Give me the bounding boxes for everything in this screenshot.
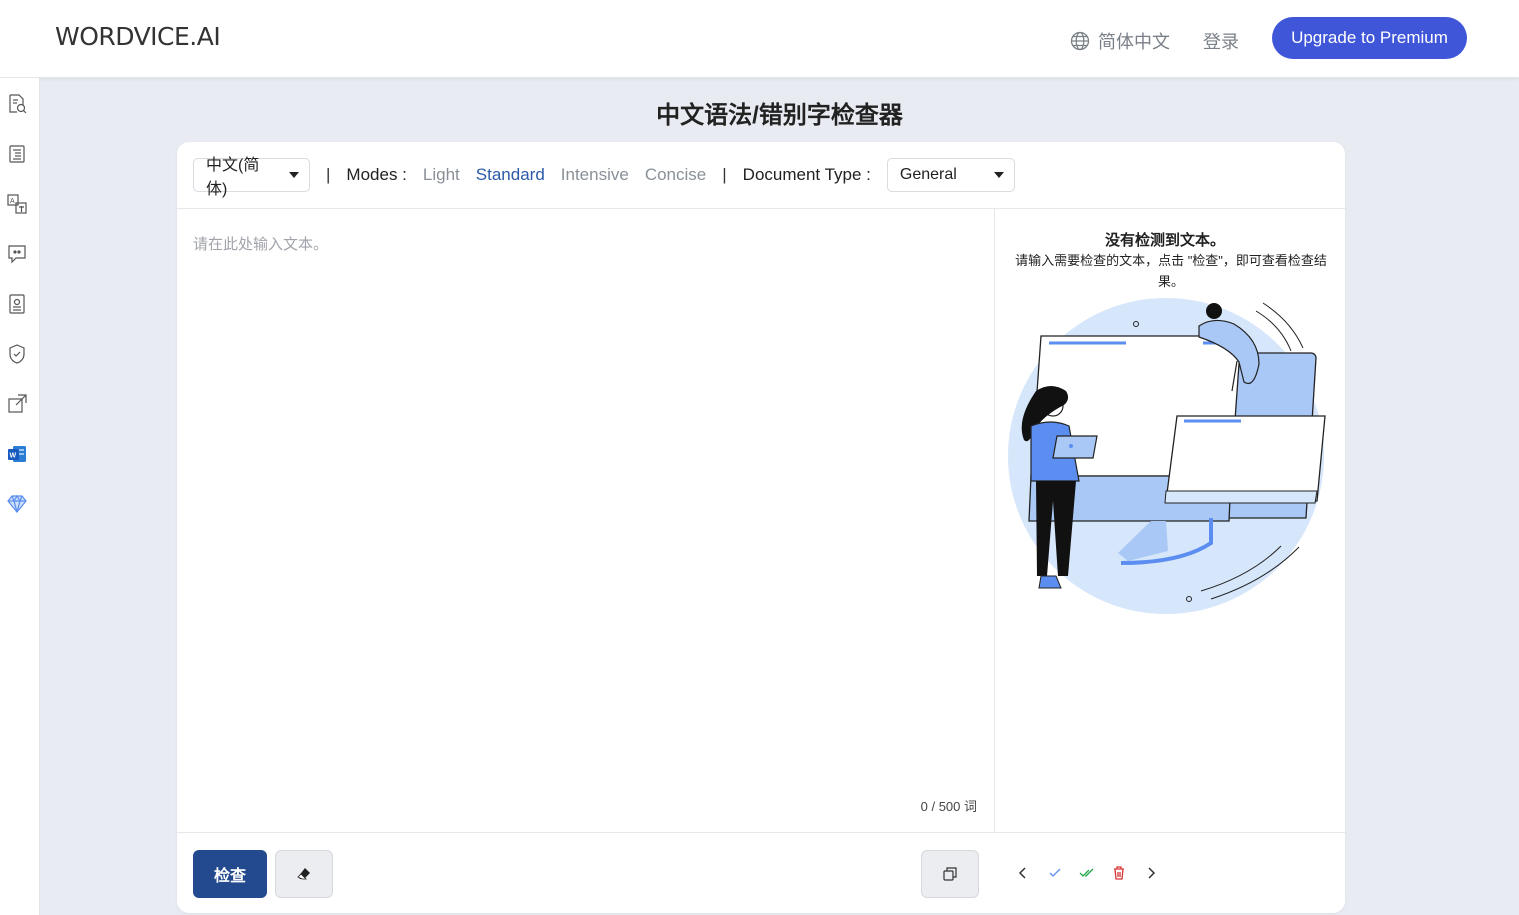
login-link[interactable]: 登录 bbox=[1203, 28, 1239, 54]
page-title: 中文语法/错别字检查器 bbox=[656, 102, 903, 129]
document-list-icon[interactable] bbox=[6, 143, 28, 165]
id-card-icon[interactable] bbox=[6, 293, 28, 315]
top-bar: WORDVICE.AI 简体中文 登录 Upgrade to Premium bbox=[0, 0, 1519, 78]
document-type-select[interactable]: General bbox=[886, 158, 1015, 192]
sidebar: A W bbox=[0, 78, 40, 915]
eraser-icon bbox=[297, 868, 310, 880]
external-link-icon[interactable] bbox=[6, 393, 28, 415]
text-editor[interactable]: 请在此处输入文本。 0 / 500 词 bbox=[177, 209, 995, 832]
language-label: 简体中文 bbox=[1098, 32, 1170, 52]
accept-check-icon[interactable] bbox=[1046, 864, 1064, 882]
diamond-icon[interactable] bbox=[6, 493, 28, 515]
mode-standard[interactable]: Standard bbox=[476, 165, 545, 185]
search-document-icon[interactable] bbox=[6, 93, 28, 115]
trash-icon[interactable] bbox=[1110, 864, 1128, 882]
result-title: 没有检测到文本。 bbox=[1104, 232, 1225, 249]
modes-label: Modes : bbox=[346, 165, 407, 184]
language-selector[interactable]: 简体中文 bbox=[1070, 28, 1170, 54]
separator: | bbox=[326, 165, 331, 184]
editor-placeholder: 请在此处输入文本。 bbox=[193, 236, 329, 253]
copy-button[interactable] bbox=[921, 850, 979, 898]
language-select[interactable]: 中文(简体) bbox=[193, 157, 310, 198]
result-panel: 没有检测到文本。 请输入需要检查的文本，点击 "检查"，即可查看检查结果。 bbox=[995, 209, 1345, 832]
chat-quote-icon[interactable] bbox=[6, 243, 28, 265]
document-type-label: Document Type : bbox=[742, 165, 871, 184]
mode-intensive[interactable]: Intensive bbox=[561, 165, 629, 185]
chevron-down-icon bbox=[289, 172, 299, 178]
empty-state-illustration bbox=[1008, 298, 1326, 614]
check-button[interactable]: 检查 bbox=[193, 850, 267, 898]
separator: | bbox=[722, 165, 727, 184]
mode-light[interactable]: Light bbox=[423, 165, 460, 185]
chevron-down-icon bbox=[993, 172, 1004, 178]
globe-icon bbox=[1070, 31, 1090, 51]
eraser-button[interactable] bbox=[275, 850, 333, 898]
word-counter: 0 / 500 词 bbox=[920, 799, 977, 814]
word-icon[interactable]: W bbox=[6, 443, 28, 465]
chevron-left-icon[interactable] bbox=[1014, 864, 1032, 882]
shield-icon[interactable] bbox=[6, 343, 28, 365]
svg-text:W: W bbox=[10, 453, 17, 460]
toolbar: 中文(简体) | Modes : Light Standard Intensiv… bbox=[177, 142, 1345, 209]
mode-concise[interactable]: Concise bbox=[645, 165, 706, 185]
svg-text:A: A bbox=[10, 198, 15, 205]
upgrade-button[interactable]: Upgrade to Premium bbox=[1272, 17, 1467, 59]
checker-card: 中文(简体) | Modes : Light Standard Intensiv… bbox=[177, 142, 1345, 913]
language-select-value: 中文(简体) bbox=[206, 157, 260, 198]
result-description: 请输入需要检查的文本，点击 "检查"，即可查看检查结果。 bbox=[1015, 253, 1327, 289]
accept-all-icon[interactable] bbox=[1078, 864, 1096, 882]
copy-icon bbox=[943, 867, 957, 881]
document-type-value: General bbox=[899, 166, 957, 183]
translate-icon[interactable]: A bbox=[6, 193, 28, 215]
logo[interactable]: WORDVICE.AI bbox=[55, 22, 221, 51]
bottom-bar: 检查 bbox=[177, 832, 1345, 913]
chevron-right-icon[interactable] bbox=[1142, 864, 1160, 882]
